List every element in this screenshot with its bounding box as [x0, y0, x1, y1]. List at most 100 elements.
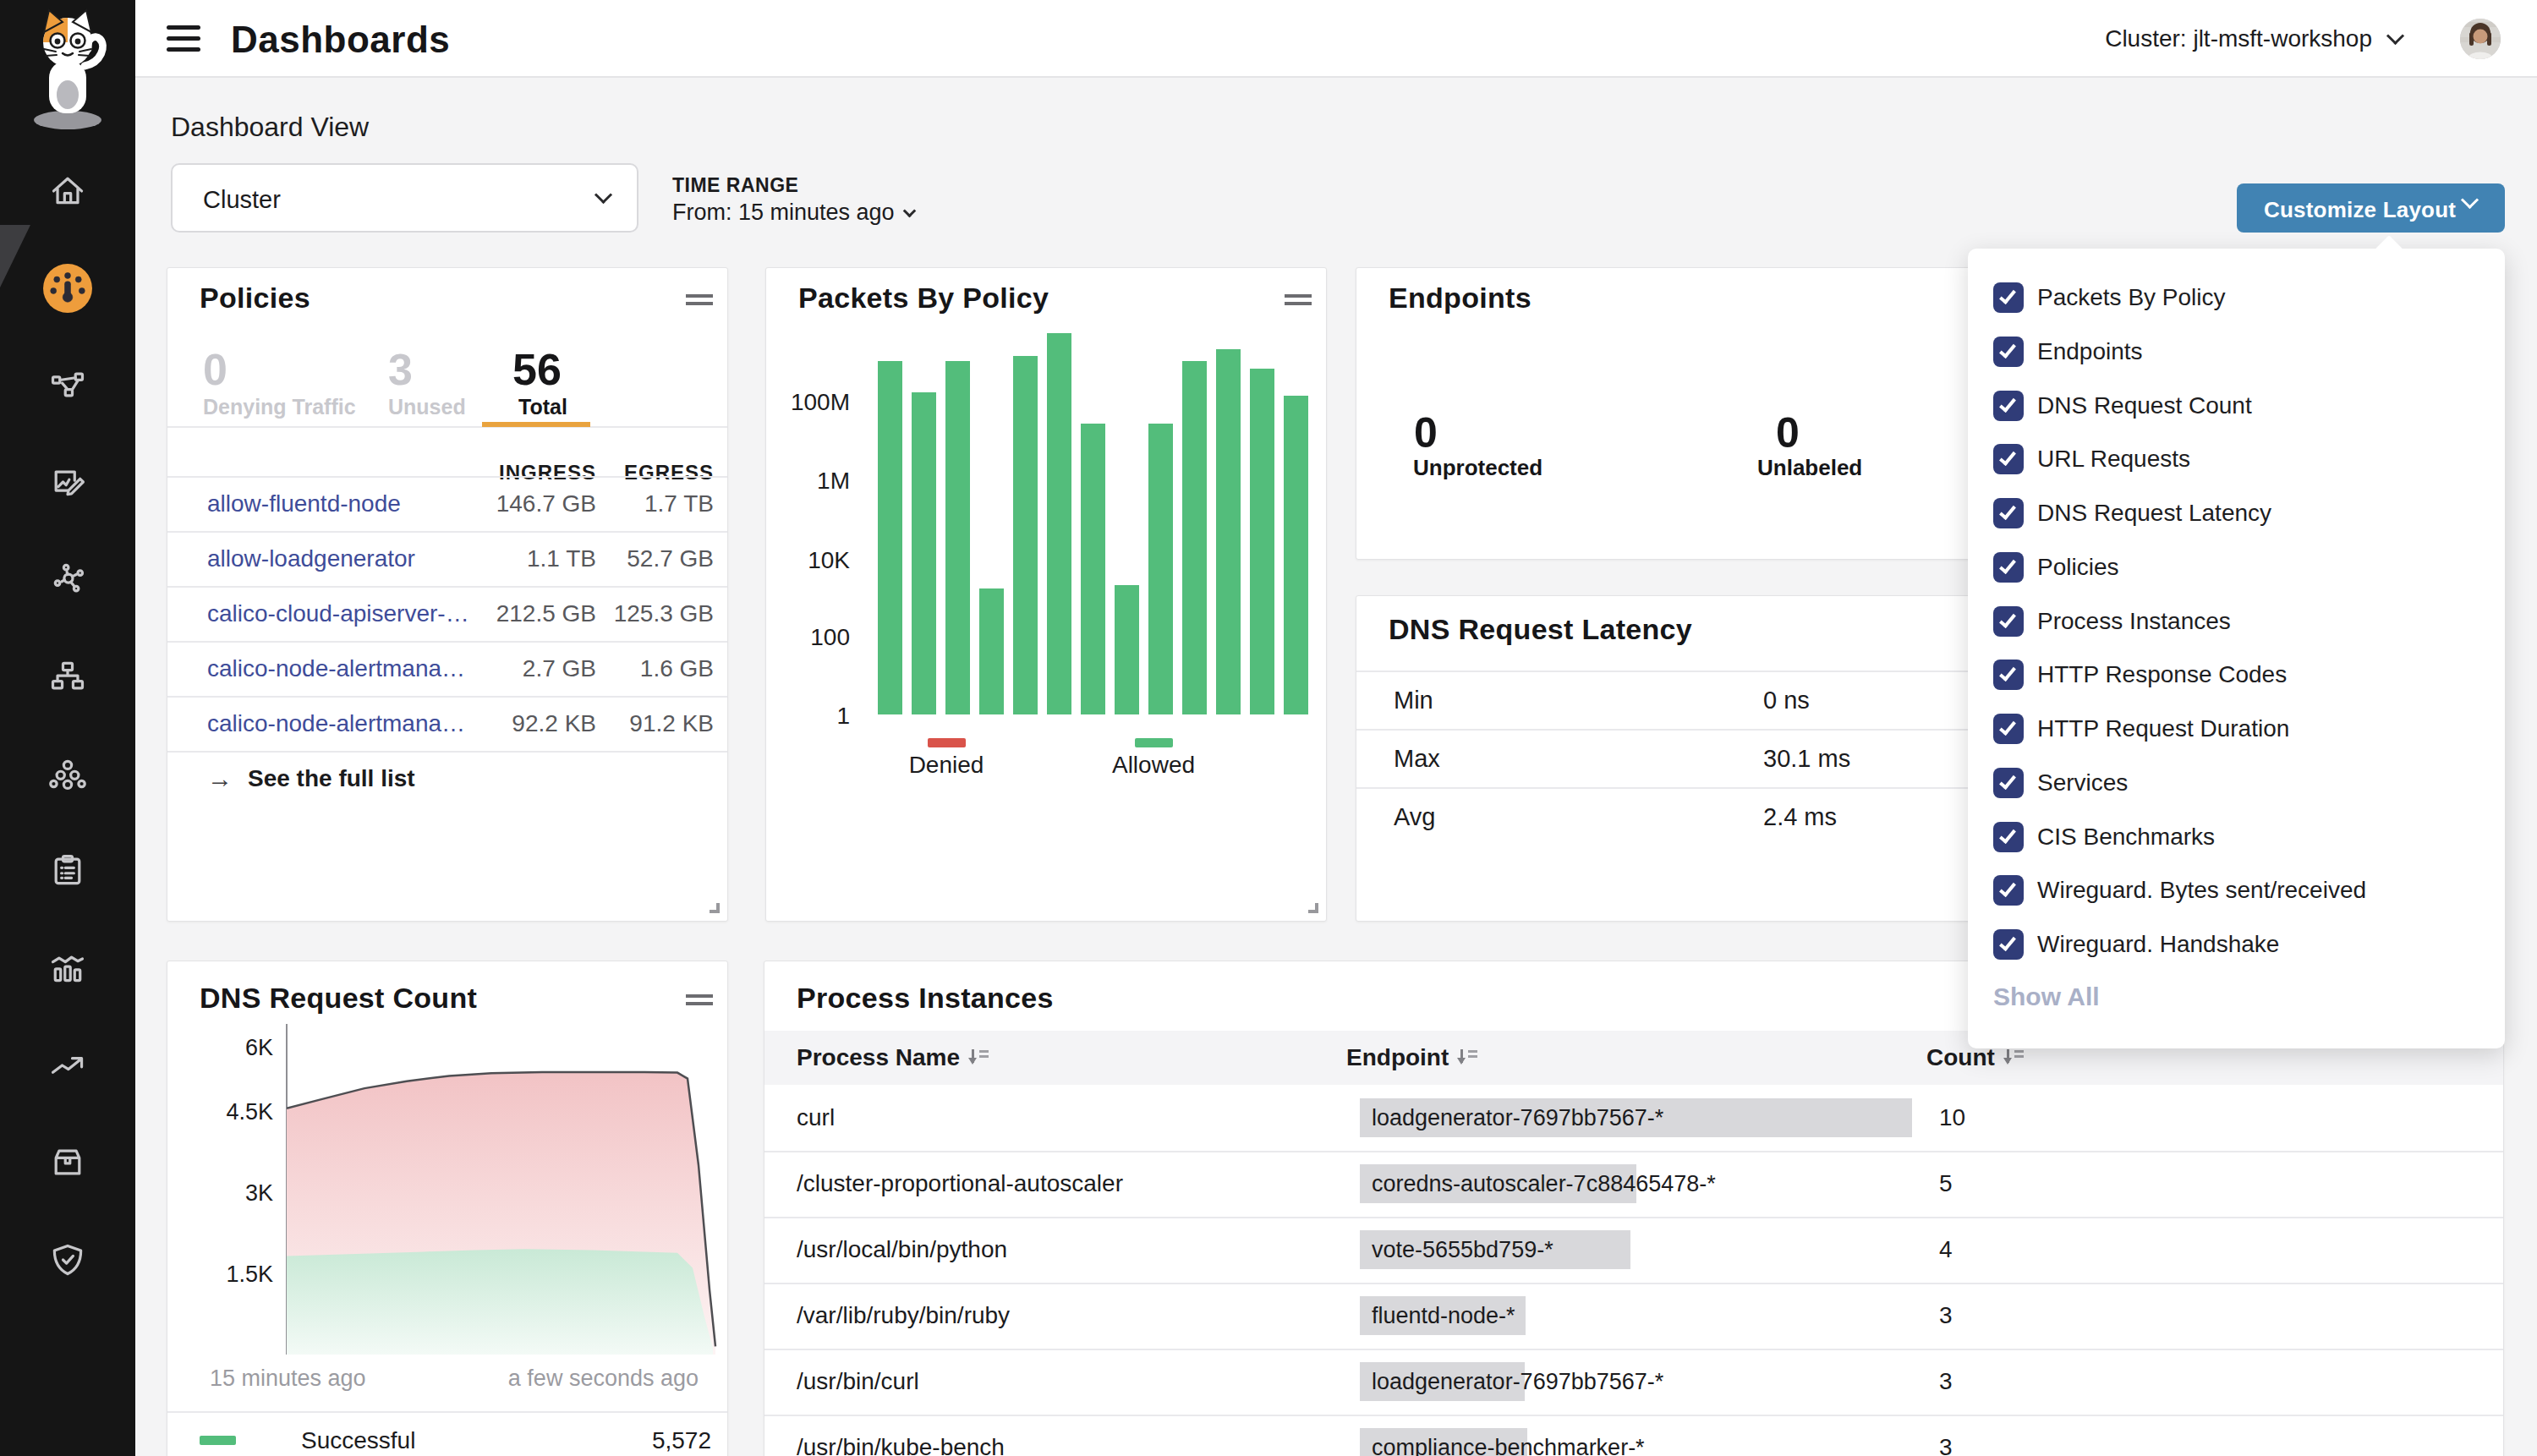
bar-chart — [766, 268, 1328, 922]
menu-item[interactable]: Wireguard. Bytes sent/received — [1993, 873, 2366, 907]
sort-icon — [968, 1048, 989, 1068]
endpoint-chip: coredns-autoscaler-7c88465478-* — [1360, 1164, 1636, 1203]
allowed-bar — [878, 361, 902, 715]
policy-row: allow-loadgenerator 1.1 TB 52.7 GB — [167, 531, 727, 586]
checkbox-checked-icon[interactable] — [1993, 768, 2024, 798]
menu-item[interactable]: HTTP Request Duration — [1993, 712, 2289, 746]
checkbox-checked-icon[interactable] — [1993, 337, 2024, 367]
table-row: /usr/bin/kube-bench compliance-benchmark… — [764, 1415, 2503, 1456]
policy-link[interactable]: calico-node-alertmana… — [207, 710, 465, 737]
card-title: Policies — [200, 282, 310, 315]
customize-layout-menu: Packets By Policy Endpoints DNS Request … — [1968, 249, 2505, 1048]
card-title: Process Instances — [797, 982, 1054, 1015]
see-full-list-link[interactable]: → See the full list — [207, 751, 415, 806]
menu-hamburger-icon[interactable] — [167, 25, 200, 52]
endpoint-chip: fluentd-node-* — [1360, 1296, 1526, 1335]
endpoints-icon[interactable] — [48, 754, 87, 793]
dashboard-page: Dashboards Cluster: jlt-msft-workshop Da… — [0, 0, 2537, 1456]
y-tick: 1.5K — [167, 1262, 273, 1288]
shield-icon[interactable] — [48, 1240, 87, 1279]
checkbox-checked-icon[interactable] — [1993, 391, 2024, 421]
allowed-bar — [912, 392, 936, 715]
unlabeled-count: 0 — [1776, 408, 1800, 457]
allowed-bar — [1250, 369, 1274, 714]
policy-row: calico-node-alertmana… 2.7 GB 1.6 GB — [167, 641, 727, 696]
resize-handle-icon[interactable] — [710, 903, 720, 913]
sidebar — [0, 0, 135, 1456]
drag-handle-icon[interactable] — [686, 294, 713, 305]
menu-item[interactable]: Policies — [1993, 550, 2118, 584]
show-all-link[interactable]: Show All — [1993, 983, 2100, 1011]
menu-item[interactable]: DNS Request Count — [1993, 389, 2252, 423]
x-label-right: a few seconds ago — [167, 1366, 699, 1392]
menu-item[interactable]: Services — [1993, 766, 2128, 800]
checkbox-checked-icon[interactable] — [1993, 929, 2024, 960]
checkbox-checked-icon[interactable] — [1993, 444, 2024, 474]
checkbox-checked-icon[interactable] — [1993, 606, 2024, 637]
policy-link[interactable]: allow-loadgenerator — [207, 545, 415, 572]
table-row: /var/lib/ruby/bin/ruby fluentd-node-* 3 — [764, 1283, 2503, 1349]
resize-handle-icon[interactable] — [1308, 903, 1318, 913]
top-header: Dashboards Cluster: jlt-msft-workshop — [135, 0, 2537, 78]
view-select[interactable]: Cluster — [171, 163, 638, 233]
policy-link[interactable]: calico-cloud-apiserver-… — [207, 600, 469, 627]
y-tick: 6K — [167, 1035, 273, 1061]
process-name-column-header[interactable]: Process Name — [797, 1044, 989, 1071]
menu-item[interactable]: CIS Benchmarks — [1993, 820, 2215, 854]
checkbox-checked-icon[interactable] — [1993, 660, 2024, 690]
endpoint-column-header[interactable]: Endpoint — [1346, 1044, 1477, 1071]
menu-item[interactable]: Endpoints — [1993, 335, 2143, 369]
allowed-bar — [1115, 585, 1139, 715]
policy-row: allow-fluentd-node 146.7 GB 1.7 TB — [167, 476, 727, 531]
policy-link[interactable]: calico-node-alertmana… — [207, 655, 465, 682]
menu-item[interactable]: URL Requests — [1993, 442, 2190, 476]
allowed-bar — [979, 588, 1004, 714]
successful-legend-value: 5,572 — [167, 1427, 711, 1454]
trend-icon[interactable] — [48, 1046, 87, 1085]
allowed-bar — [1216, 349, 1241, 715]
package-icon[interactable] — [48, 1143, 87, 1182]
checkbox-checked-icon[interactable] — [1993, 552, 2024, 583]
table-row: /usr/local/bin/python vote-5655bd759-* 4 — [764, 1217, 2503, 1283]
unprotected-label: Unprotected — [1413, 455, 1542, 481]
compliance-report-icon[interactable] — [48, 463, 87, 501]
flow-visualization-icon[interactable] — [48, 657, 87, 696]
activity-chart-icon[interactable] — [48, 949, 87, 988]
allowed-legend-label: Allowed — [1112, 752, 1195, 779]
menu-item[interactable]: Wireguard. Handshake — [1993, 928, 2279, 961]
allowed-bar — [1182, 361, 1207, 715]
checkbox-checked-icon[interactable] — [1993, 875, 2024, 906]
menu-item[interactable]: DNS Request Latency — [1993, 496, 2271, 530]
dashboards-icon[interactable] — [43, 264, 92, 313]
unlabeled-label: Unlabeled — [1757, 455, 1862, 481]
policy-link[interactable]: allow-fluentd-node — [207, 490, 401, 517]
checkbox-checked-icon[interactable] — [1993, 714, 2024, 744]
y-tick: 3K — [167, 1180, 273, 1207]
drag-handle-icon[interactable] — [686, 994, 713, 1005]
service-graph-icon[interactable] — [48, 560, 87, 599]
dns-request-count-card: DNS Request Count 6K 4.5K 3K 1.5K 15 min… — [167, 961, 728, 1456]
endpoint-chip: compliance-benchmarker-* — [1360, 1428, 1527, 1456]
policy-row: calico-cloud-apiserver-… 212.5 GB 125.3 … — [167, 586, 727, 641]
user-avatar[interactable] — [2460, 19, 2501, 59]
menu-item[interactable]: Packets By Policy — [1993, 281, 2226, 315]
checkbox-checked-icon[interactable] — [1993, 822, 2024, 852]
checkbox-checked-icon[interactable] — [1993, 498, 2024, 528]
allowed-bar — [1284, 396, 1308, 714]
allowed-bar — [1081, 424, 1105, 714]
calico-cat-logo — [19, 7, 117, 132]
network-sets-icon[interactable] — [48, 365, 87, 404]
menu-item[interactable]: Process Instances — [1993, 605, 2231, 638]
policies-card: Policies 0 Denying Traffic 3 Unused 56 T… — [167, 267, 728, 922]
home-icon[interactable] — [48, 171, 87, 210]
cluster-selector[interactable]: Cluster: jlt-msft-workshop — [2105, 0, 2402, 78]
clipboard-icon[interactable] — [48, 851, 87, 890]
checkbox-checked-icon[interactable] — [1993, 282, 2024, 313]
time-range-label: TIME RANGE — [672, 174, 798, 197]
customize-layout-button[interactable]: Customize Layout — [2237, 183, 2505, 233]
menu-item[interactable]: HTTP Response Codes — [1993, 658, 2287, 692]
sort-icon — [1457, 1048, 1477, 1068]
time-range-value[interactable]: From: 15 minutes ago — [672, 200, 914, 226]
table-row: /usr/bin/curl loadgenerator-7697bb7567-*… — [764, 1349, 2503, 1415]
view-select-value: Cluster — [203, 186, 281, 214]
